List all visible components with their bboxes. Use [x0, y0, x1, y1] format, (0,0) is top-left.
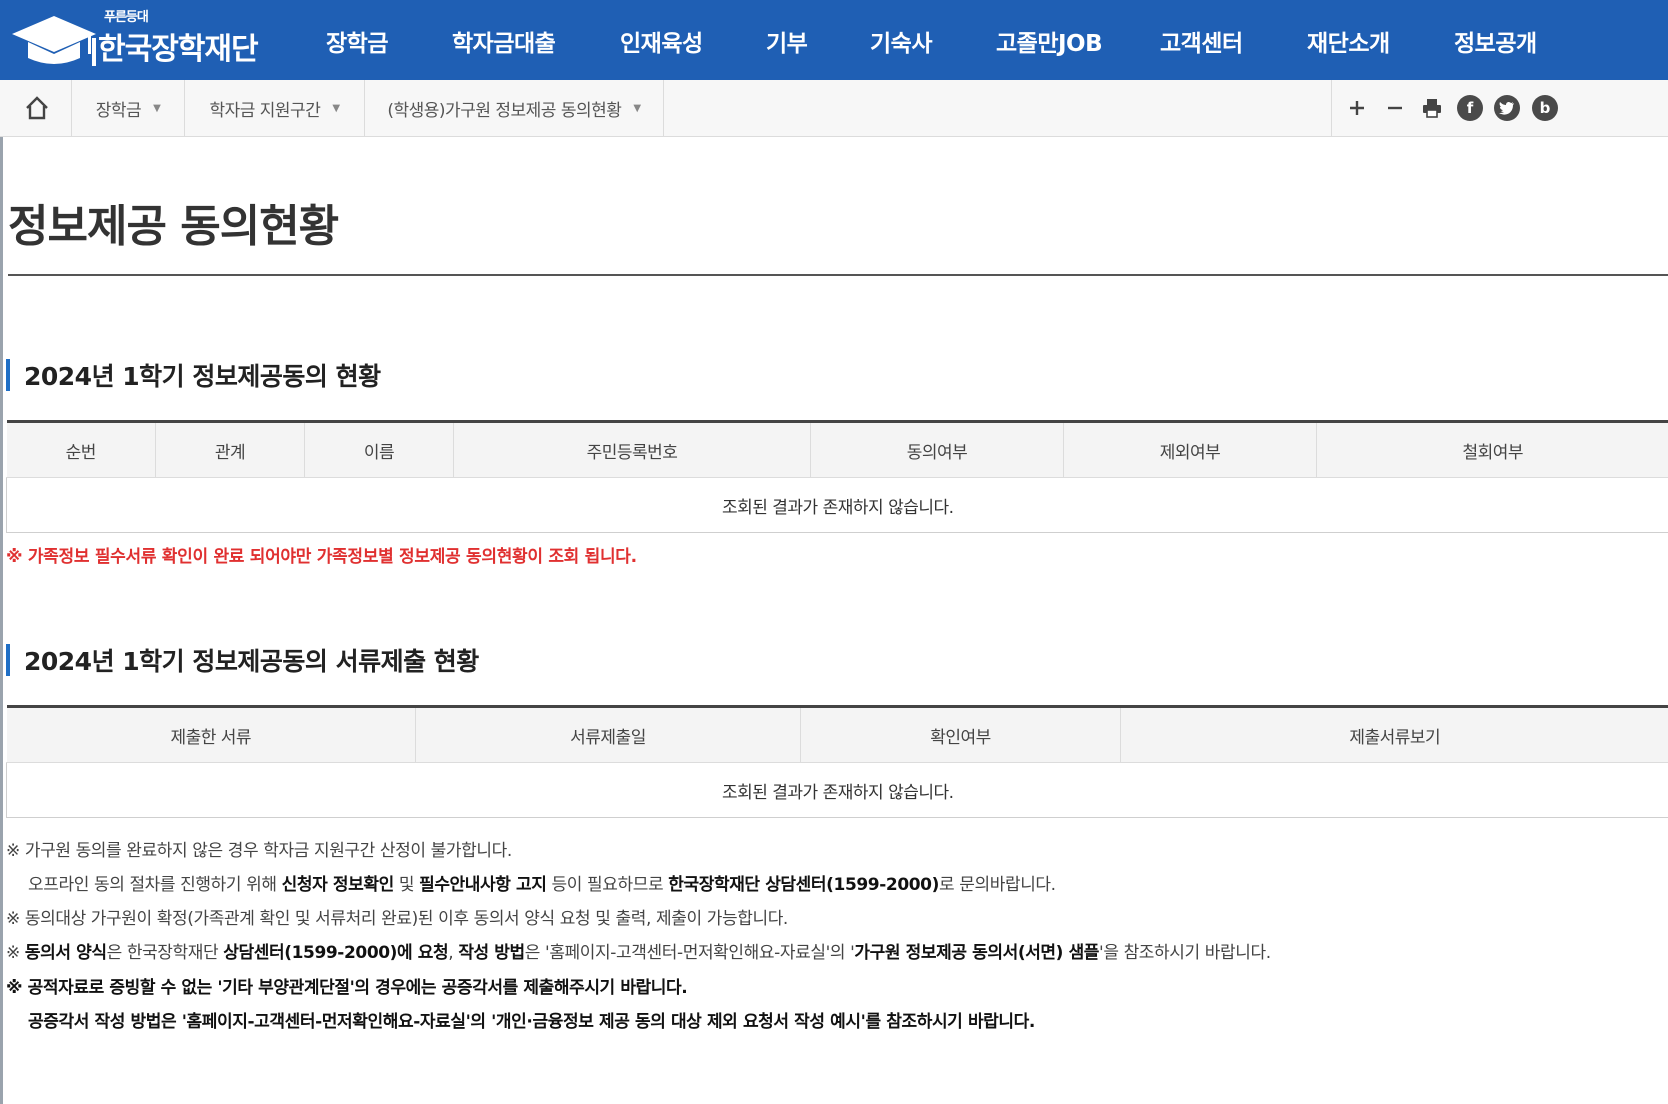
top-navigation-bar: 푸른등대 한국장학재단 장학금 학자금대출 인재육성 기부 기숙사 고졸만JOB…: [0, 0, 1668, 80]
nav-item-scholarship[interactable]: 장학금: [326, 24, 388, 58]
column-header-submitted-document: 제출한 서류: [6, 705, 416, 763]
facebook-share-button[interactable]: f: [1456, 94, 1484, 122]
column-header-view-document: 제출서류보기: [1120, 705, 1668, 763]
graduation-cap-icon: [12, 16, 96, 66]
heading-accent-bar: [6, 359, 10, 391]
caret-down-icon: ▼: [153, 102, 161, 114]
column-header-resident-number: 주민등록번호: [453, 420, 811, 478]
caret-down-icon: ▼: [633, 102, 641, 114]
heading-accent-bar: [6, 644, 10, 676]
column-header-relation: 관계: [155, 420, 305, 478]
note-text: 및: [393, 875, 420, 895]
column-header-name: 이름: [304, 420, 454, 478]
nav-item-job[interactable]: 고졸만JOB: [996, 24, 1103, 58]
logo-text: 한국장학재단: [98, 32, 259, 67]
note-text: 은 '홈페이지-고객센터-먼저확인해요-자료실'의 ': [524, 943, 855, 963]
window-frame-left: [0, 0, 3, 1104]
note-text: 오프라인 동의 절차를 진행하기 위해: [28, 875, 282, 895]
column-header-excluded: 제외여부: [1063, 420, 1317, 478]
document-submission-table: 제출한 서류 서류제출일 확인여부 제출서류보기 조회된 결과가 존재하지 않습…: [6, 705, 1668, 818]
page-title: 정보제공 동의현황: [8, 201, 339, 252]
note-text: 로 문의바랍니다.: [938, 875, 1056, 895]
note-form-request: ※ 동의서 양식은 한국장학재단 상담센터(1599-2000)에 요청, 작성…: [6, 938, 1271, 963]
nav-item-loan[interactable]: 학자금대출: [452, 24, 556, 58]
column-header-consent: 동의여부: [810, 420, 1064, 478]
column-header-withdrawn: 철회여부: [1316, 420, 1668, 478]
zoom-in-button[interactable]: [1343, 94, 1371, 122]
note-emphasis: 필수안내사항 고지: [419, 875, 547, 895]
caret-down-icon: ▼: [332, 102, 340, 114]
twitter-share-button[interactable]: [1493, 94, 1521, 122]
home-icon: [26, 96, 48, 120]
note-text: ,: [448, 943, 459, 963]
facebook-icon: f: [1457, 95, 1483, 121]
nav-item-about[interactable]: 재단소개: [1307, 24, 1390, 58]
note-notarized-statement: ※ 공적자료로 증빙할 수 없는 '기타 부양관계단절'의 경우에는 공증각서를…: [6, 978, 688, 998]
note-text: ※: [6, 943, 25, 963]
logo-tagline: 푸른등대: [104, 10, 149, 25]
note-text: 등이 필요하므로: [546, 875, 669, 895]
note-emphasis: 상담센터(1599-2000)에 요청: [223, 943, 449, 963]
zoom-out-icon: [1388, 106, 1402, 110]
note-emphasis: 신청자 정보확인: [281, 875, 395, 895]
family-info-notice: ※ 가족정보 필수서류 확인이 완료 되어야만 가족정보별 정보제공 동의현황이…: [6, 547, 637, 567]
table-header-row: 순번 관계 이름 주민등록번호 동의여부 제외여부 철회여부: [6, 420, 1668, 478]
note-form-availability: ※ 동의대상 가구원이 확정(가족관계 확인 및 서류처리 완료)된 이후 동의…: [6, 909, 788, 929]
section-heading-consent: 2024년 1학기 정보제공동의 현황: [6, 358, 381, 392]
twitter-icon: [1494, 95, 1520, 121]
column-header-confirmed: 확인여부: [800, 705, 1121, 763]
blog-share-button[interactable]: b: [1531, 94, 1559, 122]
breadcrumb-item-support-range[interactable]: 학자금 지원구간 ▼: [185, 80, 365, 136]
empty-result-message: 조회된 결과가 존재하지 않습니다.: [6, 477, 1668, 533]
note-emphasis: 작성 방법: [458, 943, 525, 963]
blog-icon: b: [1532, 95, 1558, 121]
note-text: '을 참조하시기 바랍니다.: [1099, 943, 1271, 963]
nav-item-donation[interactable]: 기부: [766, 24, 808, 58]
breadcrumb: 장학금 ▼ 학자금 지원구간 ▼ (학생용)가구원 정보제공 동의현황 ▼ f b: [0, 80, 1668, 137]
column-header-submission-date: 서류제출일: [415, 705, 801, 763]
table-row: 조회된 결과가 존재하지 않습니다.: [6, 477, 1668, 533]
section-heading-documents: 2024년 1학기 정보제공동의 서류제출 현황: [6, 643, 479, 677]
zoom-in-icon: [1350, 101, 1364, 115]
table-row: 조회된 결과가 존재하지 않습니다.: [6, 762, 1668, 818]
zoom-out-button[interactable]: [1381, 94, 1409, 122]
breadcrumb-label: (학생용)가구원 정보제공 동의현황: [387, 100, 622, 121]
note-offline-consent: 오프라인 동의 절차를 진행하기 위해 신청자 정보확인 및 필수안내사항 고지…: [28, 870, 1056, 895]
kosaf-logo[interactable]: 푸른등대 한국장학재단: [8, 4, 268, 74]
note-emphasis: 가구원 정보제공 동의서(서면) 샘플: [854, 943, 1100, 963]
note-consent-required: ※ 가구원 동의를 완료하지 않은 경우 학자금 지원구간 산정이 불가합니다.: [6, 841, 512, 861]
breadcrumb-item-consent-status[interactable]: (학생용)가구원 정보제공 동의현황 ▼: [365, 80, 664, 136]
column-header-no: 순번: [6, 420, 156, 478]
breadcrumb-label: 장학금: [95, 100, 142, 121]
section-heading-text: 2024년 1학기 정보제공동의 서류제출 현황: [24, 647, 479, 676]
note-emphasis: 한국장학재단 상담센터(1599-2000): [668, 875, 939, 895]
note-text: 은 한국장학재단: [106, 943, 224, 963]
consent-status-table: 순번 관계 이름 주민등록번호 동의여부 제외여부 철회여부 조회된 결과가 존…: [6, 420, 1668, 533]
print-button[interactable]: [1418, 94, 1446, 122]
table-header-row: 제출한 서류 서류제출일 확인여부 제출서류보기: [6, 705, 1668, 763]
breadcrumb-item-scholarship[interactable]: 장학금 ▼: [72, 80, 185, 136]
nav-item-customer-center[interactable]: 고객센터: [1160, 24, 1243, 58]
breadcrumb-label: 학자금 지원구간: [209, 100, 321, 121]
note-emphasis: 동의서 양식: [24, 943, 107, 963]
note-notarized-method: 공증각서 작성 방법은 '홈페이지-고객센터-먼저확인해요-자료실'의 '개인·…: [28, 1012, 1035, 1032]
divider: [8, 274, 1668, 276]
print-icon: [1423, 99, 1441, 118]
home-button[interactable]: [3, 80, 72, 136]
divider: [1331, 80, 1332, 136]
empty-result-message: 조회된 결과가 존재하지 않습니다.: [6, 762, 1668, 818]
nav-item-disclosure[interactable]: 정보공개: [1454, 24, 1537, 58]
nav-item-dormitory[interactable]: 기숙사: [870, 24, 932, 58]
nav-item-talent[interactable]: 인재육성: [620, 24, 703, 58]
section-heading-text: 2024년 1학기 정보제공동의 현황: [24, 362, 381, 391]
